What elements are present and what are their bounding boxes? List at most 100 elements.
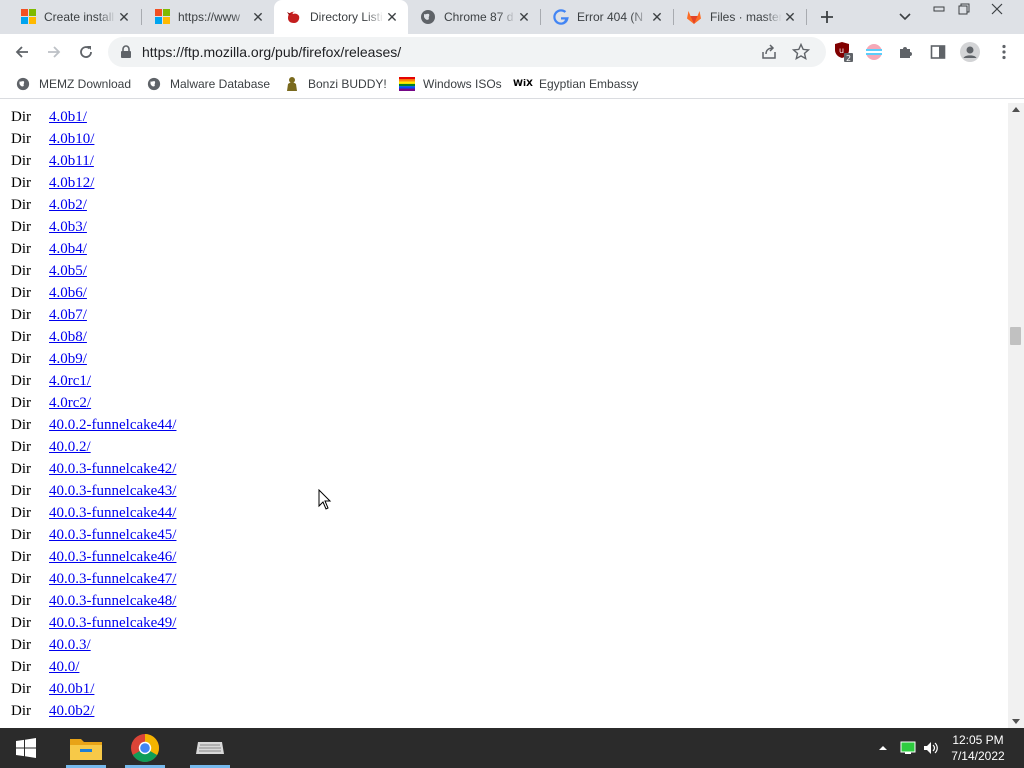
entry-type: Dir xyxy=(11,615,31,631)
close-window-button[interactable] xyxy=(986,1,1008,16)
volume-icon[interactable] xyxy=(923,740,939,756)
directory-link[interactable]: 40.0.3-funnelcake44/ xyxy=(49,505,176,522)
directory-link[interactable]: 40.0b1/ xyxy=(49,681,94,698)
listing-row: Dir 40.0b1/ xyxy=(0,679,600,701)
listing-row: Dir 4.0b3/ xyxy=(0,217,600,239)
firefox-logo-icon xyxy=(286,9,302,25)
directory-link[interactable]: 40.0.3-funnelcake48/ xyxy=(49,593,176,610)
chrome-icon xyxy=(131,734,159,762)
forward-button[interactable] xyxy=(42,40,66,64)
tab-directory-listing[interactable]: Directory Listi ✕ xyxy=(274,0,408,34)
taskbar-clock[interactable]: 12:05 PM 7/14/2022 xyxy=(946,732,1010,764)
taskbar-keyboard-app[interactable] xyxy=(186,728,234,768)
microsoft-logo-icon xyxy=(20,9,36,25)
entry-type: Dir xyxy=(11,439,31,455)
directory-link[interactable]: 4.0b2/ xyxy=(49,197,87,214)
bookmark-star-icon[interactable] xyxy=(791,42,811,66)
taskbar-chrome[interactable] xyxy=(121,728,169,768)
extensions-puzzle-icon[interactable] xyxy=(896,42,916,62)
close-icon[interactable]: ✕ xyxy=(649,9,665,25)
directory-link[interactable]: 40.0b2/ xyxy=(49,703,94,720)
directory-link[interactable]: 40.0.3-funnelcake47/ xyxy=(49,571,176,588)
close-icon[interactable]: ✕ xyxy=(516,9,532,25)
page-content: Dir 4.0b1/Dir 4.0b10/Dir 4.0b11/Dir 4.0b12/D… xyxy=(0,103,1008,728)
address-bar[interactable]: https://ftp.mozilla.org/pub/firefox/rele… xyxy=(108,37,826,67)
arrow-left-icon xyxy=(15,46,28,58)
ublock-extension-icon[interactable]: u2 xyxy=(834,42,854,63)
close-icon[interactable]: ✕ xyxy=(250,9,266,25)
wix-icon: WiX xyxy=(513,79,533,89)
bookmark-label: Windows ISOs xyxy=(423,77,502,91)
start-button[interactable] xyxy=(0,728,52,768)
tab-microsoft-url[interactable]: https://www ✕ xyxy=(142,0,274,34)
reload-button[interactable] xyxy=(74,40,98,64)
bookmark-malware-database[interactable]: Malware Database xyxy=(146,75,270,93)
directory-link[interactable]: 40.0.3/ xyxy=(49,637,91,654)
listing-row: Dir 4.0rc2/ xyxy=(0,393,600,415)
vertical-scrollbar[interactable] xyxy=(1008,103,1024,728)
share-icon[interactable] xyxy=(760,43,778,66)
url-text[interactable]: https://ftp.mozilla.org/pub/firefox/rele… xyxy=(142,44,401,60)
bookmark-egyptian-embassy[interactable]: WiX Egyptian Embassy xyxy=(513,75,639,93)
tab-title: Error 404 (N xyxy=(577,10,644,24)
taskbar-file-explorer[interactable] xyxy=(62,728,110,768)
directory-link[interactable]: 40.0/ xyxy=(49,659,79,676)
kebab-menu-icon[interactable] xyxy=(994,42,1014,62)
directory-link[interactable]: 40.0.3-funnelcake45/ xyxy=(49,527,176,544)
directory-link[interactable]: 4.0rc2/ xyxy=(49,395,91,412)
side-panel-icon[interactable] xyxy=(928,42,948,62)
directory-link[interactable]: 4.0b1/ xyxy=(49,109,87,126)
directory-link[interactable]: 4.0b7/ xyxy=(49,307,87,324)
new-tab-button[interactable] xyxy=(815,5,839,29)
directory-link[interactable]: 40.0.3-funnelcake42/ xyxy=(49,461,176,478)
close-icon[interactable]: ✕ xyxy=(384,9,400,25)
close-icon[interactable]: ✕ xyxy=(116,9,132,25)
back-button[interactable] xyxy=(10,40,34,64)
directory-link[interactable]: 40.0.3-funnelcake43/ xyxy=(49,483,176,500)
directory-link[interactable]: 4.0b9/ xyxy=(49,351,87,368)
tab-create-install[interactable]: Create install ✕ xyxy=(8,0,140,34)
directory-link[interactable]: 40.0.2/ xyxy=(49,439,91,456)
lock-icon[interactable] xyxy=(120,45,132,64)
entry-type: Dir xyxy=(11,153,31,169)
scroll-up-arrow-icon[interactable] xyxy=(1012,107,1020,112)
minimize-icon xyxy=(933,6,945,11)
entry-type: Dir xyxy=(11,549,31,565)
bookmark-windows-isos[interactable]: Windows ISOs xyxy=(399,75,502,93)
profile-avatar-icon[interactable] xyxy=(960,42,980,62)
show-hidden-icons-chevron-up-icon[interactable] xyxy=(875,740,891,756)
directory-link[interactable]: 4.0b10/ xyxy=(49,131,94,148)
directory-link[interactable]: 40.0.3-funnelcake49/ xyxy=(49,615,176,632)
directory-link[interactable]: 40.0.3-funnelcake46/ xyxy=(49,549,176,566)
entry-type: Dir xyxy=(11,329,31,345)
directory-link[interactable]: 4.0b4/ xyxy=(49,241,87,258)
directory-link[interactable]: 4.0b6/ xyxy=(49,285,87,302)
restore-button[interactable] xyxy=(953,1,975,16)
bookmark-bonzi-buddy[interactable]: Bonzi BUDDY! xyxy=(284,75,387,93)
directory-link[interactable]: 4.0b3/ xyxy=(49,219,87,236)
minimize-button[interactable] xyxy=(928,1,950,16)
directory-link[interactable]: 4.0b12/ xyxy=(49,175,94,192)
tab-search-button[interactable] xyxy=(896,8,914,26)
tab-chrome-87[interactable]: Chrome 87 d ✕ xyxy=(408,0,540,34)
directory-link[interactable]: 4.0b11/ xyxy=(49,153,94,170)
network-icon[interactable] xyxy=(900,740,916,756)
listing-row: Dir 4.0b12/ xyxy=(0,173,600,195)
tab-error-404[interactable]: Error 404 (N ✕ xyxy=(541,0,673,34)
tab-title: Directory Listi xyxy=(310,10,383,24)
tab-gitlab-files[interactable]: Files · master ✕ xyxy=(674,0,806,34)
directory-link[interactable]: 4.0b8/ xyxy=(49,329,87,346)
scrollbar-thumb[interactable] xyxy=(1010,327,1021,345)
bookmark-label: Egyptian Embassy xyxy=(539,77,639,91)
tab-title: Chrome 87 d xyxy=(444,10,514,24)
bookmark-memz-download[interactable]: MEMZ Download xyxy=(15,75,131,93)
scroll-down-arrow-icon[interactable] xyxy=(1012,719,1020,724)
listing-row: Dir 40.0.3-funnelcake49/ xyxy=(0,613,600,635)
directory-link[interactable]: 4.0rc1/ xyxy=(49,373,91,390)
close-icon[interactable]: ✕ xyxy=(782,9,798,25)
directory-link[interactable]: 4.0b5/ xyxy=(49,263,87,280)
directory-link[interactable]: 40.0.2-funnelcake44/ xyxy=(49,417,176,434)
file-explorer-icon xyxy=(70,739,102,760)
microsoft-logo-icon xyxy=(154,9,170,25)
pride-extension-icon[interactable] xyxy=(864,42,884,62)
